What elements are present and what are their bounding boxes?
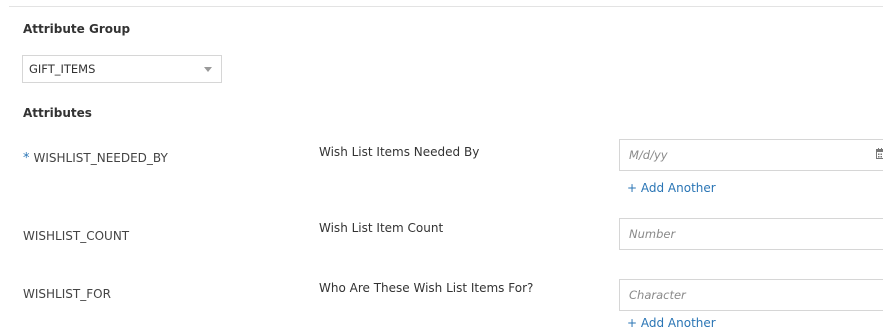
wishlist-for-character-input[interactable] [619, 279, 883, 311]
wishlist-count-number-input[interactable] [619, 218, 883, 250]
attributes-panel: Attribute Group GIFT_ITEMS Attributes * W… [0, 0, 883, 333]
attribute-group-heading: Attribute Group [23, 22, 131, 36]
attributes-heading: Attributes [23, 106, 92, 120]
attribute-row-wishlist-needed-by-name: * WISHLIST_NEEDED_BY [23, 151, 168, 166]
attribute-group-select[interactable]: GIFT_ITEMS [22, 55, 222, 83]
required-icon: * [23, 151, 30, 166]
chevron-down-icon[interactable] [204, 67, 212, 72]
wishlist-needed-by-date-input[interactable] [619, 139, 883, 171]
attribute-row-wishlist-count-name: WISHLIST_COUNT [23, 229, 130, 243]
attribute-row-wishlist-for-name: WISHLIST_FOR [23, 287, 111, 301]
attribute-display-name: Wish List Item Count [319, 221, 444, 235]
attribute-group-selected-value: GIFT_ITEMS [29, 62, 96, 76]
attribute-display-name: Wish List Items Needed By [319, 145, 480, 159]
calendar-icon[interactable] [876, 148, 883, 159]
attribute-display-name: Who Are These Wish List Items For? [319, 281, 534, 295]
add-another-link[interactable]: + Add Another [627, 181, 716, 195]
attribute-name-label: WISHLIST_NEEDED_BY [33, 151, 168, 165]
add-another-link[interactable]: + Add Another [627, 316, 716, 330]
top-divider [9, 6, 883, 7]
